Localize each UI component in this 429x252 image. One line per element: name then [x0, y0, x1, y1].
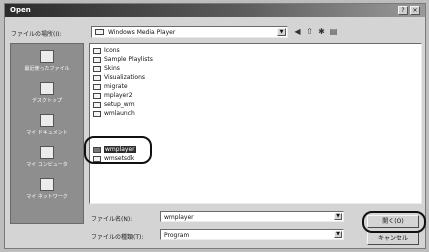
- file-icon: [93, 102, 101, 108]
- place-label: マイ ドキュメント: [26, 130, 68, 136]
- folder-icon: [95, 29, 104, 35]
- folder-icon: [93, 57, 101, 63]
- recent-icon: [40, 50, 54, 63]
- my-documents-icon: [40, 114, 54, 127]
- my-computer-icon: [40, 146, 54, 159]
- filename-label: ファイル名(N):: [91, 216, 133, 223]
- place-my-documents[interactable]: マイ ドキュメント: [11, 112, 83, 142]
- my-network-icon: [40, 178, 54, 191]
- cancel-button[interactable]: キャンセル: [367, 232, 419, 245]
- filename-input[interactable]: wmplayer ▼: [160, 211, 344, 222]
- file-name: migrate: [104, 83, 128, 90]
- file-name: Icons: [104, 47, 120, 54]
- open-dialog: Open ? × ファイルの場所(I): Windows Media Playe…: [4, 3, 426, 249]
- chevron-down-icon[interactable]: ▼: [334, 213, 342, 220]
- folder-icon: [93, 75, 101, 81]
- file-name: setup_wm: [104, 101, 135, 108]
- chevron-down-icon[interactable]: ▼: [277, 28, 286, 36]
- file-icon: [93, 111, 101, 117]
- place-label: デスクトップ: [31, 98, 62, 104]
- chevron-down-icon[interactable]: ▼: [334, 231, 342, 238]
- place-my-network[interactable]: マイ ネットワーク: [11, 176, 83, 206]
- look-in-dropdown[interactable]: Windows Media Player ▼: [91, 26, 288, 38]
- title-bar[interactable]: Open ? ×: [5, 4, 425, 17]
- place-desktop[interactable]: デスクトップ: [11, 80, 83, 110]
- place-my-computer[interactable]: マイ コンピュータ: [11, 144, 83, 174]
- file-name: mplayer2: [104, 92, 133, 99]
- filetype-value: Program: [164, 232, 190, 239]
- close-button[interactable]: ×: [410, 6, 420, 15]
- file-name: Visualizations: [104, 74, 146, 81]
- look-in-value: Windows Media Player: [108, 29, 176, 36]
- back-icon[interactable]: ◀: [293, 27, 302, 36]
- places-bar: 最近使ったファイル デスクトップ マイ ドキュメント マイ コンピュータ マイ …: [10, 43, 84, 224]
- new-folder-icon[interactable]: ✱: [317, 27, 326, 36]
- place-label: 最近使ったファイル: [24, 66, 70, 72]
- view-menu-icon[interactable]: ▤: [329, 27, 338, 36]
- file-icon: [93, 84, 101, 90]
- file-icon: [93, 93, 101, 99]
- desktop-icon: [40, 82, 54, 95]
- file-name: Sample Playlists: [104, 56, 153, 63]
- file-list[interactable]: Icons Sample Playlists Skins Visualizati…: [89, 43, 422, 204]
- file-name: wmlaunch: [104, 110, 135, 117]
- folder-icon: [93, 66, 101, 72]
- filetype-label: ファイルの種類(T):: [91, 234, 144, 241]
- highlight-circle: [362, 211, 426, 233]
- folder-icon: [93, 48, 101, 54]
- help-button[interactable]: ?: [398, 6, 408, 15]
- place-recent[interactable]: 最近使ったファイル: [11, 48, 83, 78]
- up-folder-icon[interactable]: ⇧: [305, 27, 314, 36]
- filename-value: wmplayer: [164, 214, 194, 221]
- place-label: マイ ネットワーク: [26, 194, 68, 200]
- look-in-label: ファイルの場所(I):: [11, 31, 62, 38]
- highlight-circle: [84, 136, 152, 164]
- file-name: Skins: [104, 65, 120, 72]
- filetype-select[interactable]: Program ▼: [160, 229, 344, 240]
- window-title: Open: [10, 6, 31, 14]
- place-label: マイ コンピュータ: [26, 162, 68, 168]
